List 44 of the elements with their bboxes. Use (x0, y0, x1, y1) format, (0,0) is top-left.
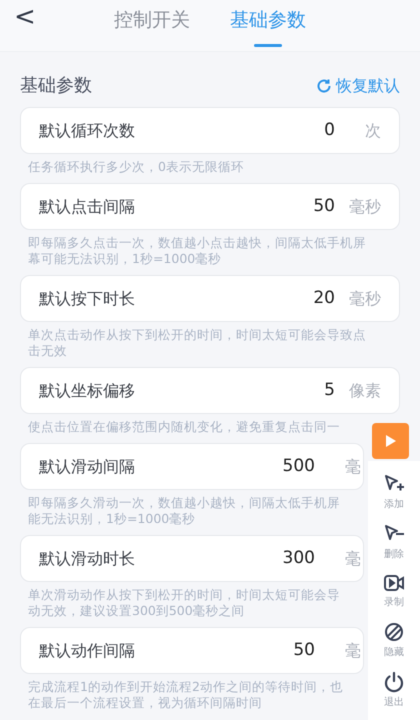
refresh-icon (316, 78, 332, 94)
unit-label: 毫秒 (349, 196, 381, 218)
unit-label: 像素 (349, 380, 381, 402)
back-button[interactable]: < (14, 4, 36, 30)
unit-label: 毫 (344, 640, 361, 662)
parameter-label: 默认点击间隔 (39, 196, 135, 218)
parameter-value: 50 (313, 194, 335, 218)
parameter-label: 默认循环次数 (39, 120, 135, 142)
unit-label: 次 (364, 120, 381, 142)
parameter-value: 500 (282, 454, 315, 478)
parameter-label: 默认动作间隔 (39, 640, 135, 662)
section-title: 基础参数 (20, 74, 92, 98)
parameter-label: 默认滑动时长 (39, 548, 135, 570)
parameter-hint: 任务循环执行多少次，0表示无限循环 (28, 159, 244, 175)
parameter-value: 5 (324, 378, 335, 402)
parameter-row[interactable]: 默认坐标偏移 5 像素 (20, 367, 400, 414)
parameter-label: 默认坐标偏移 (39, 380, 135, 402)
parameter-hint: 完成流程1的动作到开始流程2动作之间的等待时间，也 在最后一个流程设置，视为循环间隔时间 (28, 679, 343, 711)
parameter-row[interactable]: 默认动作间隔 50 毫 (20, 627, 364, 674)
parameter-label: 默认按下时长 (39, 288, 135, 310)
parameter-hint: 单次点击动作从按下到松开的时间，时间太短可能会导致点 击无效 (28, 327, 366, 359)
parameter-value: 0 (324, 118, 335, 142)
parameter-hint: 即每隔多久点击一次，数值越小点击越快，间隔太低手机屏 幕可能无法识别，1秒=1000毫秒 (28, 235, 366, 267)
parameter-hint: 单次滑动动作从按下到松开的时间，时间太短可能会导 动无效，建议设置300到500毫秒之间 (28, 587, 340, 619)
parameter-row[interactable]: 默认滑动时长 300 毫 (20, 535, 364, 582)
parameter-row[interactable]: 默认按下时长 20 毫秒 (20, 275, 400, 322)
parameter-value: 50 (293, 638, 315, 662)
hidden-icon (383, 621, 405, 643)
parameter-row[interactable]: 默认滑动间隔 500 毫 (20, 443, 364, 490)
unit-label: 毫秒 (349, 288, 381, 310)
parameter-row[interactable]: 默认点击间隔 50 毫秒 (20, 183, 400, 230)
parameter-hint: 使点击位置在偏移范围内随机变化，避免重复点击同一 (28, 419, 340, 435)
unit-label: 毫 (344, 548, 361, 570)
parameter-label: 默认滑动间隔 (39, 456, 135, 478)
video-camera-icon (383, 573, 405, 593)
parameter-row[interactable]: 默认循环次数 0 次 (20, 107, 400, 154)
unit-label: 毫 (344, 456, 361, 478)
play-icon (384, 434, 396, 448)
power-icon (383, 671, 405, 693)
parameter-value: 300 (282, 546, 315, 570)
play-button[interactable] (372, 423, 409, 459)
parameter-value: 20 (313, 286, 335, 310)
tab-indicator (254, 44, 282, 48)
parameter-hint: 即每隔多久滑动一次，数值越小越快，间隔太低手机屏 能无法识别，1秒=1000毫秒 (28, 495, 340, 527)
